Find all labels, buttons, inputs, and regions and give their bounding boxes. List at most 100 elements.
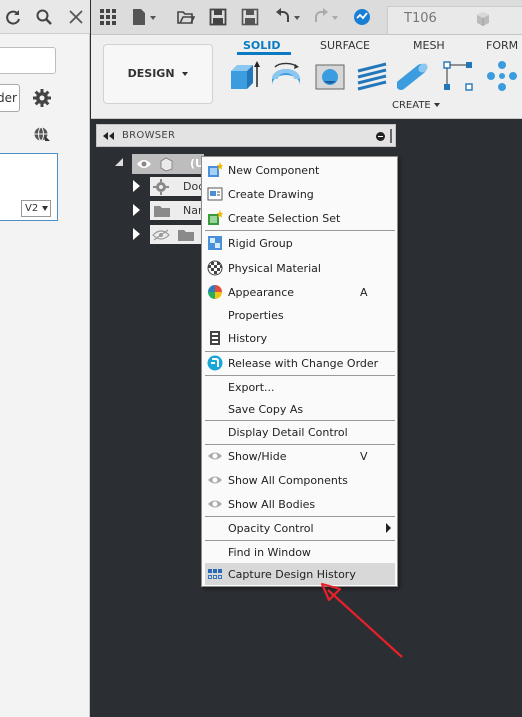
- chevron-down-icon: [42, 206, 48, 211]
- menu-item-create-selection-set[interactable]: Create Selection Set: [205, 207, 395, 229]
- expand-arrow-icon[interactable]: [133, 180, 140, 192]
- menu-item-show-all-bodies[interactable]: Show All Bodies: [205, 493, 395, 515]
- eye-icon[interactable]: [136, 158, 152, 170]
- annotation-arrow: [320, 582, 403, 658]
- browser-title: BROWSER: [122, 130, 176, 141]
- close-icon[interactable]: [67, 8, 85, 26]
- minimize-icon[interactable]: [376, 132, 385, 141]
- refresh-icon[interactable]: [4, 8, 22, 26]
- history-icon: [210, 331, 220, 345]
- activity-icon[interactable]: [353, 8, 371, 26]
- application-bar: T106: [91, 0, 522, 35]
- tab-form[interactable]: FORM: [486, 39, 518, 52]
- project-name-field[interactable]: [0, 47, 56, 74]
- tab-solid[interactable]: SOLID: [243, 39, 281, 52]
- menu-item-label: Rigid Group: [228, 237, 293, 250]
- active-tab-indicator: [237, 52, 291, 55]
- undo-icon[interactable]: [275, 8, 303, 26]
- menu-item-label: History: [228, 332, 268, 345]
- eye-icon: [208, 500, 222, 508]
- menu-item-rigid-group[interactable]: Rigid Group: [205, 232, 395, 254]
- save-icon[interactable]: [209, 8, 227, 26]
- menu-item-opacity-control[interactable]: Opacity Control: [205, 517, 395, 539]
- form-tool-icon[interactable]: [485, 59, 519, 93]
- create-drawing-icon: [207, 187, 223, 201]
- release-icon: [207, 355, 223, 371]
- create-menu-button[interactable]: CREATE: [392, 100, 440, 111]
- menu-item-label: Create Selection Set: [228, 212, 341, 225]
- pattern-tool-icon[interactable]: [441, 59, 475, 93]
- selection-set-icon: [208, 210, 223, 225]
- new-component-icon: [208, 162, 223, 177]
- menu-item-label: New Component: [228, 164, 320, 177]
- thread-tool-icon[interactable]: [355, 59, 389, 93]
- tab-surface[interactable]: SURFACE: [320, 39, 370, 52]
- menu-item-release-with-change-order[interactable]: Release with Change Order: [205, 352, 395, 374]
- globe-icon[interactable]: [33, 126, 51, 144]
- menu-item-label: Properties: [228, 309, 284, 322]
- version-card[interactable]: V2: [0, 153, 58, 221]
- menu-item-label: Save Copy As: [228, 403, 304, 416]
- menu-item-export[interactable]: Export...: [205, 376, 395, 398]
- menu-item-properties[interactable]: Properties: [205, 304, 395, 326]
- menu-item-label: Show All Components: [228, 474, 348, 487]
- save-as-icon[interactable]: [241, 8, 259, 26]
- file-menu-icon[interactable]: [131, 8, 159, 26]
- appearance-icon: [208, 285, 222, 299]
- menu-item-shortcut: V: [360, 450, 368, 463]
- menu-item-label: Appearance: [228, 286, 295, 299]
- workspace-label: DESIGN: [127, 67, 175, 80]
- revolve-tool-icon[interactable]: [269, 59, 303, 93]
- order-button[interactable]: der: [0, 84, 20, 112]
- folder-icon: [154, 206, 170, 217]
- version-dropdown[interactable]: V2: [21, 200, 51, 217]
- menu-item-shortcut: A: [360, 286, 368, 299]
- pipe-tool-icon[interactable]: [397, 59, 431, 93]
- document-tab-label: T106: [404, 11, 437, 26]
- workspace-switcher-button[interactable]: DESIGN: [103, 44, 213, 104]
- caret-down-icon: [182, 72, 189, 76]
- browser-row-document-settings[interactable]: Doc: [150, 177, 204, 196]
- component-icon: [477, 12, 489, 26]
- menu-item-display-detail-control[interactable]: Display Detail Control: [205, 421, 395, 443]
- browser-row-origin[interactable]: [150, 225, 202, 244]
- data-panel: der V2: [0, 0, 90, 717]
- browser-panel-header[interactable]: BROWSER: [96, 124, 396, 147]
- menu-item-label: Display Detail Control: [228, 426, 348, 439]
- search-icon[interactable]: [35, 8, 53, 26]
- grid-icon[interactable]: [99, 8, 117, 26]
- menu-item-show-all-components[interactable]: Show All Components: [205, 469, 395, 491]
- menu-item-label: Show/Hide: [228, 450, 287, 463]
- tab-mesh[interactable]: MESH: [413, 39, 445, 52]
- menu-item-save-copy-as[interactable]: Save Copy As: [205, 398, 395, 420]
- menu-item-create-drawing[interactable]: Create Drawing: [205, 183, 395, 205]
- eye-icon: [208, 476, 222, 484]
- menu-item-label: Show All Bodies: [228, 498, 316, 511]
- menu-item-new-component[interactable]: New Component: [205, 159, 395, 181]
- browser-root-row[interactable]: (U: [132, 154, 204, 174]
- menu-item-show-hide[interactable]: Show/Hide V: [205, 445, 395, 467]
- expand-arrow-icon[interactable]: [133, 228, 140, 240]
- menu-item-find-in-window[interactable]: Find in Window: [205, 541, 395, 563]
- gear-icon[interactable]: [32, 88, 52, 108]
- folder-icon: [178, 230, 194, 241]
- extrude-tool-icon[interactable]: [227, 59, 261, 93]
- physical-material-icon: [207, 260, 223, 276]
- collapse-panel-icon[interactable]: [103, 132, 115, 140]
- capture-history-icon: [208, 569, 222, 579]
- panel-grip-handle[interactable]: [390, 129, 392, 143]
- collapse-arrow-icon[interactable]: [115, 158, 123, 166]
- redo-icon[interactable]: [313, 8, 341, 26]
- browser-row-named-views[interactable]: Nan: [150, 201, 205, 220]
- menu-item-history[interactable]: History: [205, 327, 395, 349]
- hole-tool-icon[interactable]: [313, 59, 347, 93]
- open-folder-icon[interactable]: [177, 8, 195, 26]
- menu-item-physical-material[interactable]: Physical Material: [205, 257, 395, 279]
- menu-separator: [205, 230, 395, 231]
- eye-icon: [208, 452, 222, 460]
- component-icon: [160, 157, 173, 172]
- eye-hidden-icon[interactable]: [152, 229, 170, 241]
- expand-arrow-icon[interactable]: [133, 204, 140, 216]
- menu-item-appearance[interactable]: Appearance A: [205, 281, 395, 303]
- menu-item-label: Export...: [228, 381, 275, 394]
